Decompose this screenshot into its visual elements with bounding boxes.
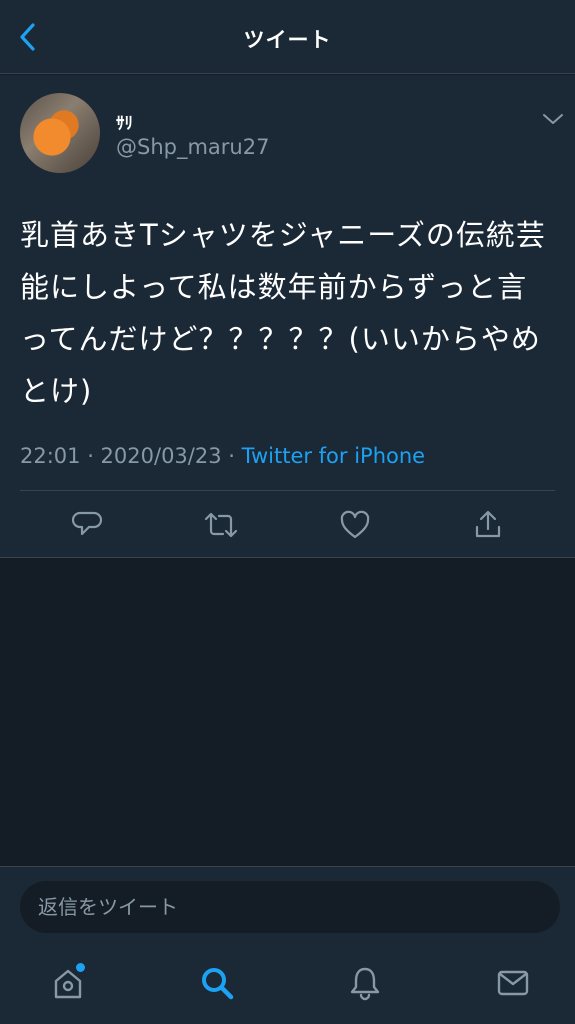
search-icon bbox=[202, 968, 234, 1000]
tweet-meta: 22:01 · 2020/03/23 · Twitter for iPhone bbox=[20, 444, 425, 468]
top-bar: ツイート bbox=[0, 0, 575, 74]
tweet-timestamp: 22:01 · 2020/03/23 · bbox=[20, 444, 242, 468]
notifications-icon bbox=[350, 967, 380, 1001]
user-handle[interactable]: @Shp_maru27 bbox=[116, 135, 269, 159]
reply-input[interactable] bbox=[20, 881, 560, 933]
reply-bar bbox=[0, 866, 575, 1024]
nav-search[interactable] bbox=[197, 963, 237, 1003]
avatar[interactable] bbox=[20, 93, 100, 173]
tweet-text: 乳首あきTシャツをジャニーズの伝統芸能にしよって私は数年前からずっと言ってんだけ… bbox=[20, 218, 546, 408]
notification-dot bbox=[76, 963, 85, 972]
nav-messages[interactable] bbox=[493, 963, 533, 1003]
tweet-detail-screen: ツイート ｻﾘ @Shp_maru27 乳首あきTシャツをジャニーズの伝統芸能に… bbox=[0, 0, 575, 1024]
nav-notifications[interactable] bbox=[345, 963, 385, 1003]
messages-icon bbox=[497, 970, 529, 996]
like-button[interactable] bbox=[337, 507, 373, 543]
reply-button[interactable] bbox=[70, 507, 106, 543]
tweet-menu-button[interactable] bbox=[540, 109, 566, 129]
reply-icon bbox=[72, 511, 103, 536]
retweet-button[interactable] bbox=[203, 507, 239, 543]
page-title: ツイート bbox=[243, 28, 332, 52]
share-button[interactable] bbox=[470, 507, 506, 543]
share-icon bbox=[475, 510, 501, 538]
divider bbox=[20, 490, 555, 491]
chevron-down-icon bbox=[543, 114, 563, 124]
user-display-name[interactable]: ｻﾘ bbox=[116, 109, 133, 134]
retweet-icon bbox=[204, 512, 238, 538]
tweet-source-link[interactable]: Twitter for iPhone bbox=[242, 444, 426, 468]
like-icon bbox=[340, 510, 370, 539]
tweet-card: ｻﾘ @Shp_maru27 乳首あきTシャツをジャニーズの伝統芸能にしよって私… bbox=[0, 75, 575, 558]
